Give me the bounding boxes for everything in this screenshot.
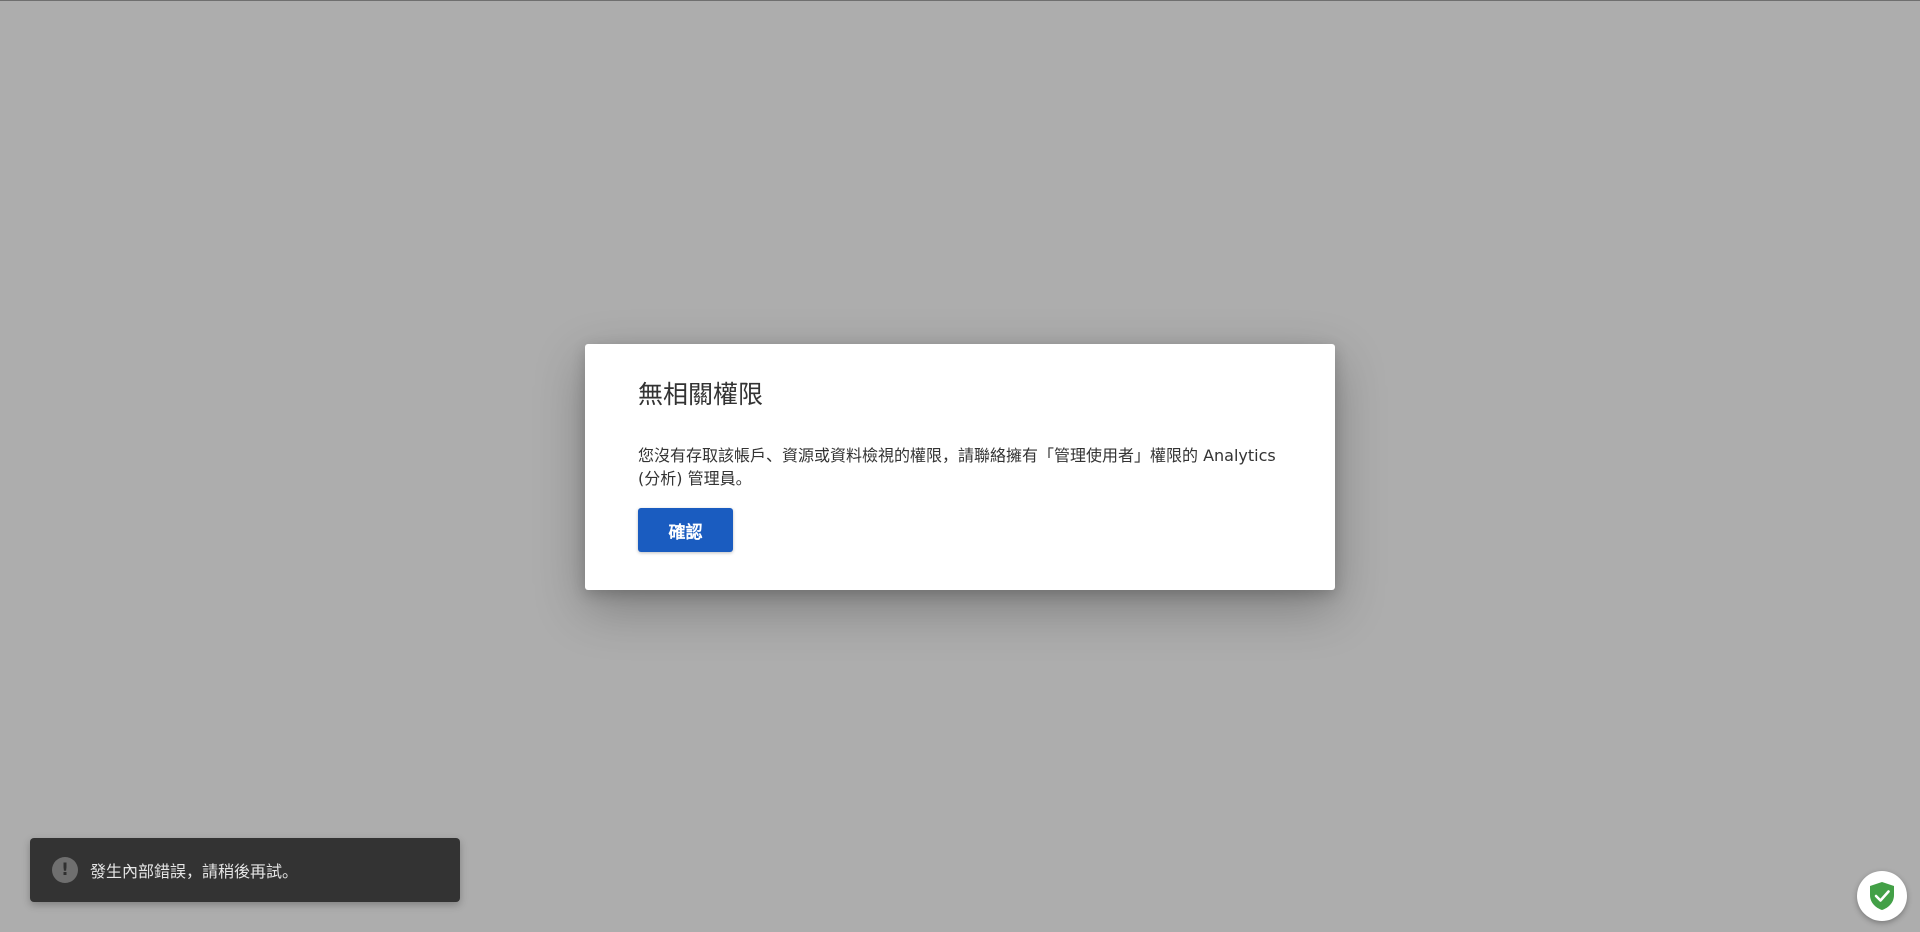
dialog-title: 無相關權限 bbox=[638, 380, 764, 409]
error-snackbar: ! 發生內部錯誤，請稍後再試。 bbox=[30, 838, 460, 902]
permission-dialog: 無相關權限 您沒有存取該帳戶、資源或資料檢視的權限，請聯絡擁有「管理使用者」權限… bbox=[585, 344, 1335, 590]
exclamation-icon: ! bbox=[52, 857, 78, 883]
security-extension-badge[interactable] bbox=[1857, 871, 1907, 921]
snackbar-message: 發生內部錯誤，請稍後再試。 bbox=[90, 862, 299, 881]
window-top-border bbox=[0, 0, 1920, 1]
dialog-message: 您沒有存取該帳戶、資源或資料檢視的權限，請聯絡擁有「管理使用者」權限的 Anal… bbox=[638, 446, 1276, 488]
confirm-button[interactable]: 確認 bbox=[638, 508, 733, 552]
shield-check-icon bbox=[1870, 882, 1894, 910]
